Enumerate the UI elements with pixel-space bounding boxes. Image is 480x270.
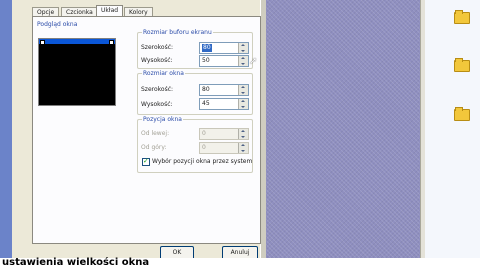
spin-up-icon[interactable] xyxy=(241,130,245,132)
buffer-width-value[interactable]: 80 xyxy=(202,44,212,52)
spin-up-icon[interactable] xyxy=(241,100,245,102)
spin-up-icon[interactable] xyxy=(241,57,245,59)
spin-up-icon[interactable] xyxy=(241,44,245,46)
window-width-spinner[interactable]: 80 xyxy=(199,84,249,96)
position-left-spin-buttons[interactable] xyxy=(238,129,248,139)
buffer-width-label: Szerokość: xyxy=(141,44,174,51)
preview-corner xyxy=(109,40,114,45)
window-width-value[interactable]: 80 xyxy=(202,86,210,94)
window-height-value[interactable]: 45 xyxy=(202,100,210,108)
preview-title-bar xyxy=(39,39,115,44)
window-width-spin-buttons[interactable] xyxy=(238,85,248,95)
position-left-value: 0 xyxy=(202,130,206,137)
video-caption: ustawienia wielkości okna xyxy=(2,257,150,268)
position-top-label: Od góry: xyxy=(141,144,167,151)
spin-down-icon[interactable] xyxy=(241,63,245,65)
caption-bar: ustawienia wielkości okna xyxy=(0,257,480,270)
buffer-height-value[interactable]: 50 xyxy=(202,57,210,65)
preview-group-title: Podgląd okna xyxy=(36,21,79,28)
buffer-width-spin-buttons[interactable] xyxy=(238,43,248,53)
spin-up-icon[interactable] xyxy=(241,144,245,146)
auto-position-label[interactable]: Wybór pozycji okna przez system xyxy=(152,158,252,165)
right-panel xyxy=(425,0,480,258)
left-desktop-strip xyxy=(0,0,12,258)
spin-down-icon[interactable] xyxy=(241,50,245,52)
desktop-background xyxy=(266,0,420,258)
spin-down-icon[interactable] xyxy=(241,92,245,94)
position-top-value: 0 xyxy=(202,144,206,151)
checkmark-icon: ✓ xyxy=(143,157,149,165)
window-height-spinner[interactable]: 45 xyxy=(199,98,249,110)
spin-down-icon[interactable] xyxy=(241,150,245,152)
buffer-height-spin-buttons[interactable] xyxy=(238,56,248,66)
position-top-spinner[interactable]: 0 xyxy=(199,142,249,154)
folder-icon[interactable] xyxy=(454,107,470,121)
buffer-height-spinner[interactable]: 50 xyxy=(199,55,249,67)
mouse-cursor-icon: ➚ xyxy=(249,56,258,67)
buffer-width-spinner[interactable]: 80 xyxy=(199,42,249,54)
position-top-spin-buttons[interactable] xyxy=(238,143,248,153)
buffer-size-title: Rozmiar buforu ekranu xyxy=(142,29,213,36)
window-preview xyxy=(38,38,116,106)
window-size-title: Rozmiar okna xyxy=(142,70,185,77)
window-height-label: Wysokość: xyxy=(141,101,173,108)
position-left-label: Od lewej: xyxy=(141,130,170,137)
spin-up-icon[interactable] xyxy=(241,86,245,88)
spin-down-icon[interactable] xyxy=(241,106,245,108)
position-left-spinner[interactable]: 0 xyxy=(199,128,249,140)
preview-corner xyxy=(40,40,45,45)
window-width-label: Szerokość: xyxy=(141,86,174,93)
buffer-height-label: Wysokość: xyxy=(141,57,173,64)
folder-icon[interactable] xyxy=(454,10,470,24)
window-height-spin-buttons[interactable] xyxy=(238,99,248,109)
window-position-title: Pozycja okna xyxy=(142,116,183,123)
folder-icon[interactable] xyxy=(454,58,470,72)
auto-position-checkbox[interactable]: ✓ xyxy=(142,157,150,166)
spin-down-icon[interactable] xyxy=(241,136,245,138)
